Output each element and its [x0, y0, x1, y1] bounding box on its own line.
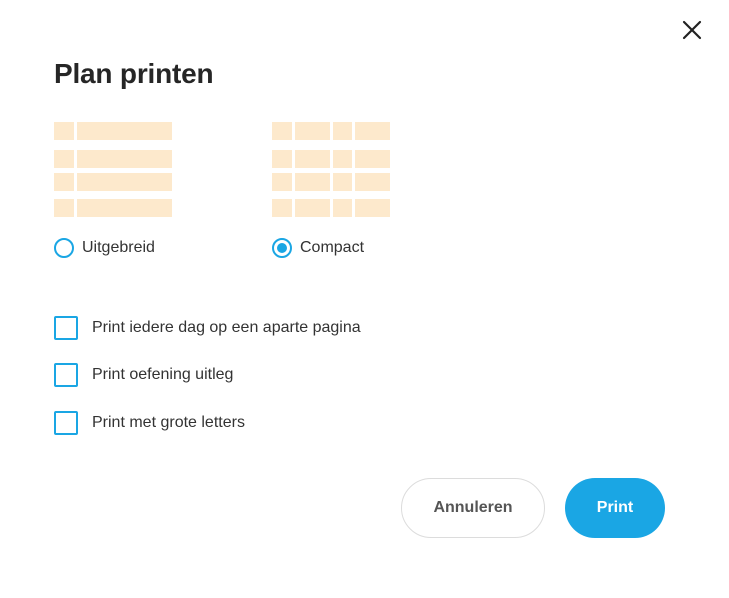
checkbox-exercise-explanation[interactable] — [54, 363, 78, 387]
print-plan-dialog: Plan printen Uitgebreid Compact Print ie… — [0, 0, 729, 598]
preview-cell — [355, 173, 390, 191]
layout-option-compact[interactable]: Compact — [272, 122, 390, 258]
checkbox-separate-page[interactable] — [54, 316, 78, 340]
radio-compact[interactable]: Compact — [272, 238, 364, 258]
preview-cell — [77, 173, 172, 191]
preview-cell — [355, 150, 390, 168]
radio-selected-dot — [277, 243, 287, 253]
preview-cell — [77, 122, 172, 140]
preview-cell — [295, 173, 330, 191]
checkbox-label-exercise-explanation: Print oefening uitleg — [92, 366, 234, 383]
print-button[interactable]: Print — [565, 478, 665, 538]
radio-extended[interactable]: Uitgebreid — [54, 238, 155, 258]
preview-cell — [355, 199, 390, 217]
preview-cell — [54, 150, 74, 168]
preview-cell — [77, 199, 172, 217]
preview-cell — [54, 173, 74, 191]
preview-cell — [77, 150, 172, 168]
radio-label-extended: Uitgebreid — [82, 239, 155, 256]
preview-cell — [295, 150, 330, 168]
checkbox-row-exercise-explanation[interactable]: Print oefening uitleg — [54, 363, 233, 387]
preview-cell — [333, 173, 352, 191]
layout-option-extended[interactable]: Uitgebreid — [54, 122, 172, 258]
radio-button-extended[interactable] — [54, 238, 74, 258]
radio-label-compact: Compact — [300, 239, 365, 256]
compact-layout-preview[interactable] — [272, 122, 390, 218]
preview-cell — [333, 150, 352, 168]
dialog-title: Plan printen — [54, 58, 214, 89]
preview-cell — [272, 199, 292, 217]
preview-cell — [54, 122, 74, 140]
preview-cell — [295, 199, 330, 217]
checkbox-large-letters[interactable] — [54, 411, 78, 435]
close-icon[interactable] — [682, 20, 702, 40]
preview-cell — [333, 122, 352, 140]
cancel-button[interactable]: Annuleren — [401, 478, 545, 538]
preview-cell — [272, 122, 292, 140]
preview-cell — [54, 199, 74, 217]
extended-layout-preview[interactable] — [54, 122, 172, 218]
close-button[interactable] — [676, 14, 708, 46]
preview-cell — [272, 173, 292, 191]
checkbox-label-large-letters: Print met grote letters — [92, 414, 245, 431]
preview-cell — [333, 199, 352, 217]
checkbox-row-large-letters[interactable]: Print met grote letters — [54, 411, 245, 435]
preview-cell — [295, 122, 330, 140]
radio-button-compact[interactable] — [272, 238, 292, 258]
preview-cell — [355, 122, 390, 140]
checkbox-label-separate-page: Print iedere dag op een aparte pagina — [92, 319, 361, 336]
preview-cell — [272, 150, 292, 168]
checkbox-row-separate-page[interactable]: Print iedere dag op een aparte pagina — [54, 316, 361, 340]
